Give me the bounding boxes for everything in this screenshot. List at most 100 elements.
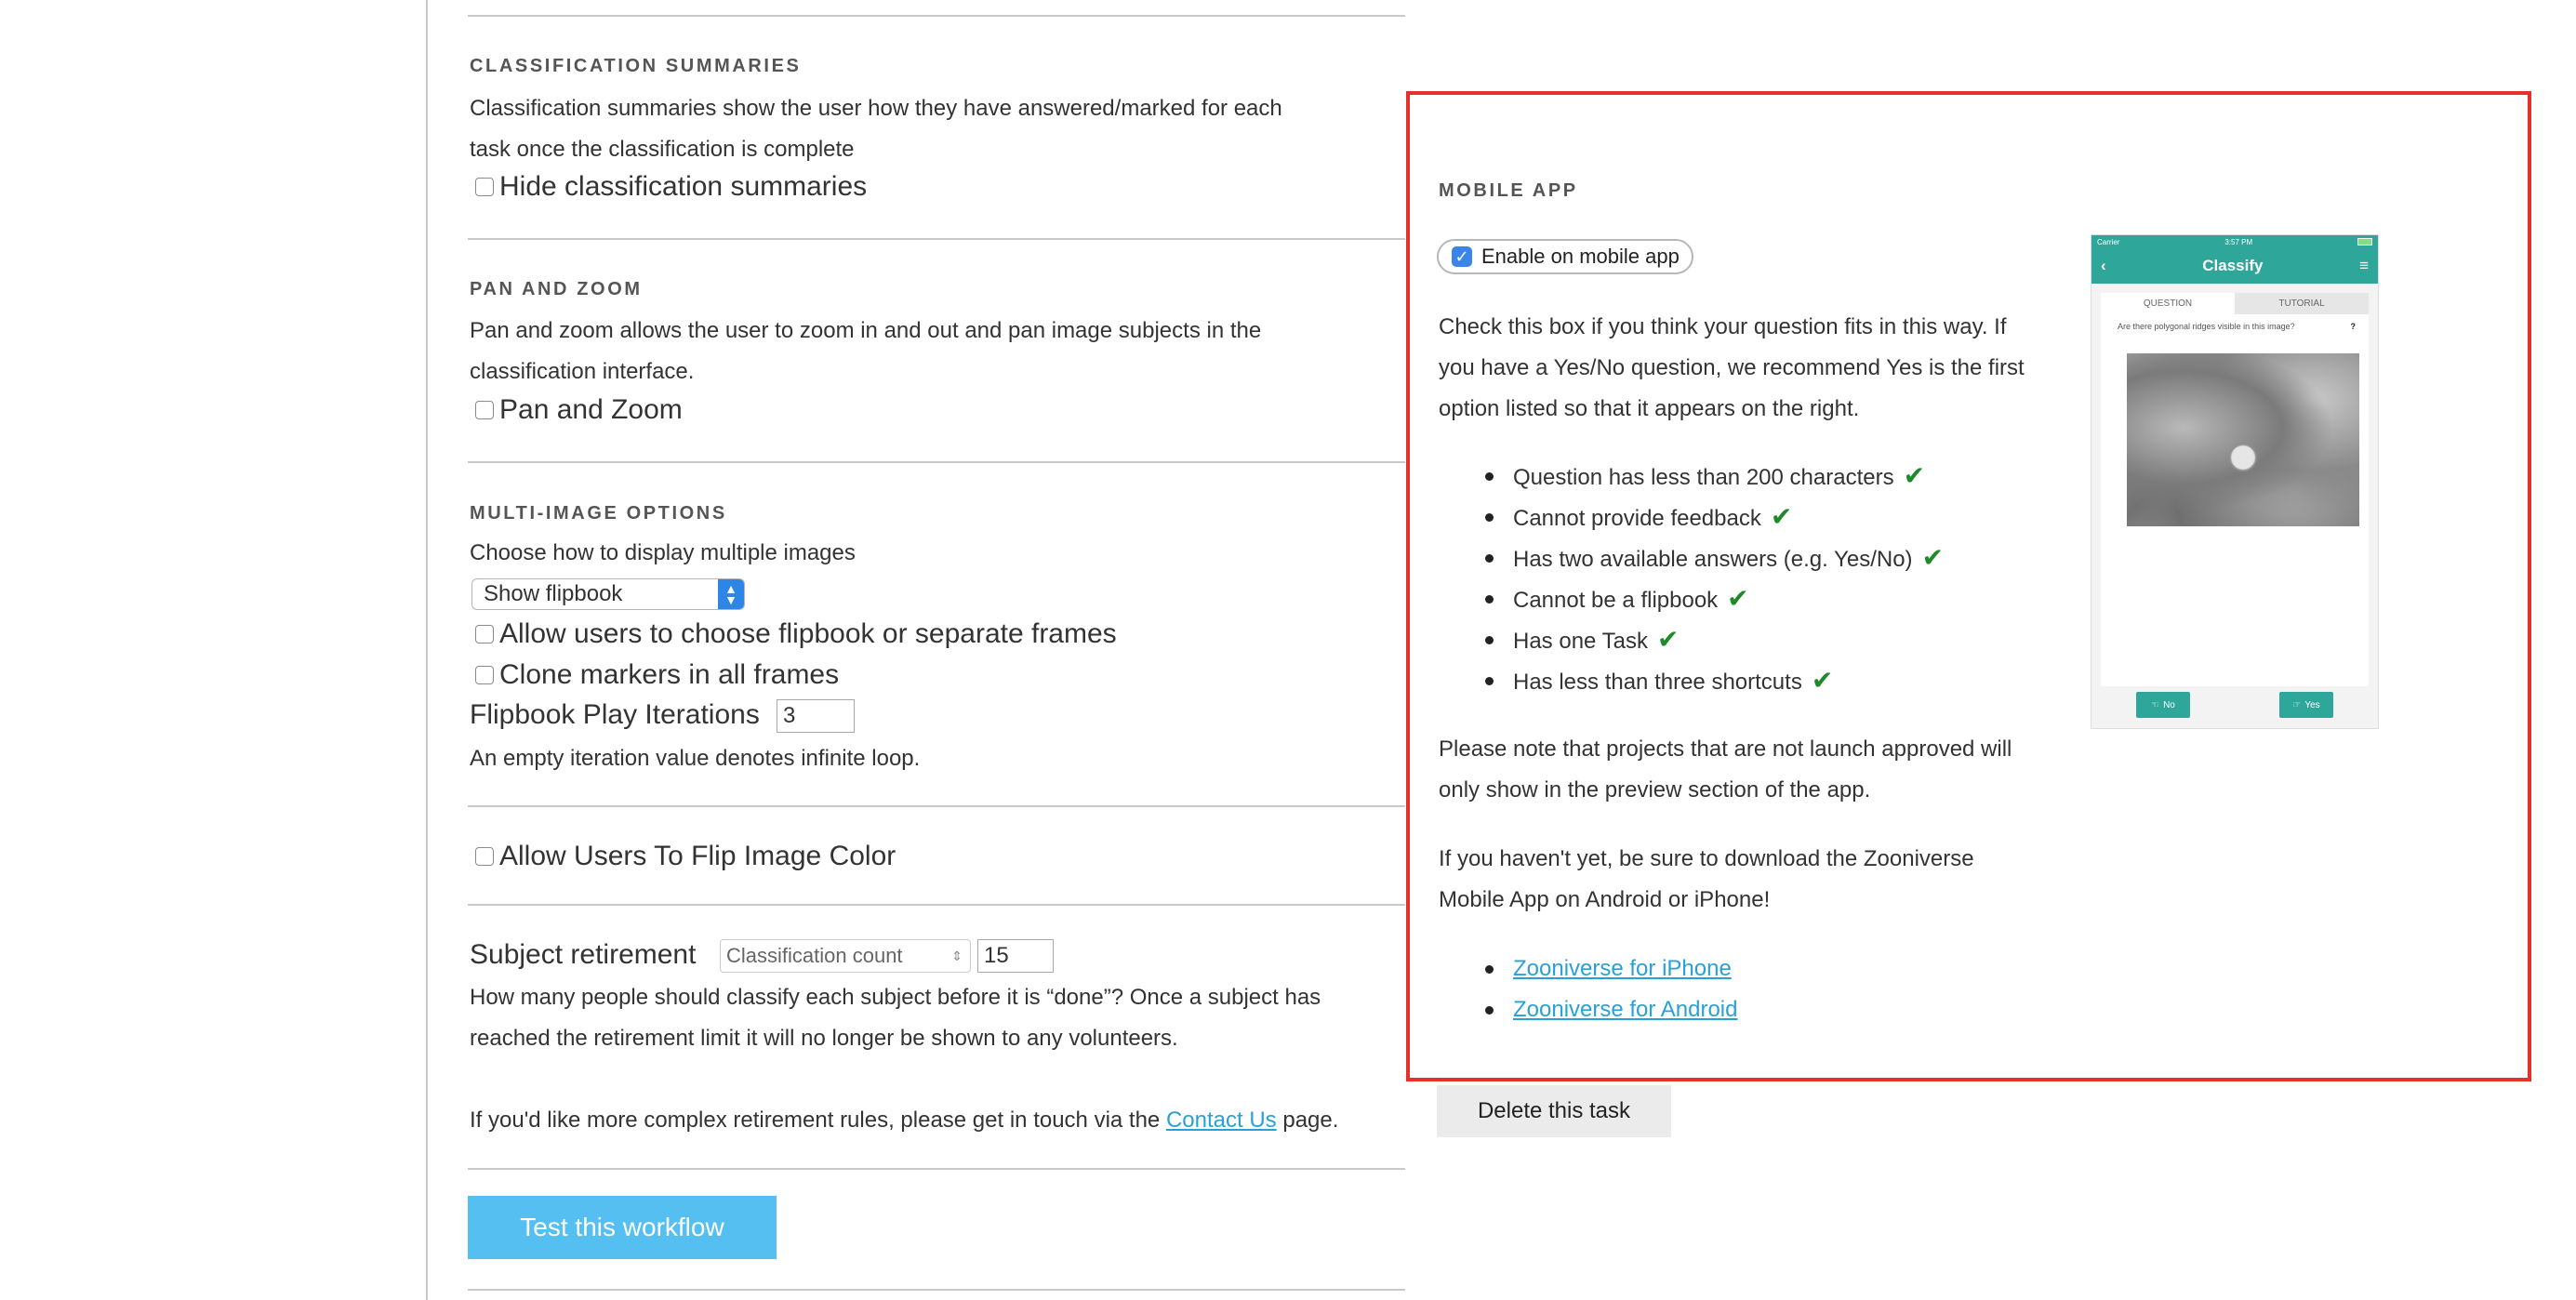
phone-carrier: Carrier xyxy=(2097,237,2120,246)
contact-us-link[interactable]: Contact Us xyxy=(1166,1108,1277,1133)
hide-summaries-checkbox[interactable] xyxy=(475,178,494,196)
description-line: only show in the preview section of the … xyxy=(1439,777,1871,803)
iterations-label: Flipbook Play Iterations xyxy=(470,699,760,730)
multi-image-description: Choose how to display multiple images xyxy=(470,540,856,565)
criteria-item: Has one Task ✔ xyxy=(1439,619,1944,660)
description-line: Pan and zoom allows the user to zoom in … xyxy=(470,318,1262,343)
android-app-link[interactable]: Zooniverse for Android xyxy=(1513,997,1737,1022)
allow-choose-checkbox[interactable] xyxy=(475,625,494,643)
description-line: reached the retirement limit it will no … xyxy=(470,1026,1178,1051)
allow-choose-label: Allow users to choose flipbook or separa… xyxy=(499,618,1117,649)
pan-zoom-label: Pan and Zoom xyxy=(499,394,683,425)
back-chevron-icon: ‹ xyxy=(2101,257,2106,274)
mobile-app-preview-image: Carrier 3:57 PM ‹ Classify ≡ QUESTION TU… xyxy=(2091,234,2379,729)
divider xyxy=(468,461,1405,463)
clone-markers-row[interactable]: Clone markers in all frames xyxy=(475,659,839,691)
phone-status-bar: Carrier 3:57 PM xyxy=(2091,235,2378,248)
hide-summaries-row[interactable]: Hide classification summaries xyxy=(475,171,867,203)
display-mode-select[interactable]: Show flipbook ▲ ▼ xyxy=(471,578,745,610)
description-line: If you haven't yet, be sure to download … xyxy=(1439,846,1974,871)
list-item: Zooniverse for Android xyxy=(1439,989,1737,1030)
retirement-count-input[interactable]: 15 xyxy=(977,939,1054,973)
description-line: you have a Yes/No question, we recommend… xyxy=(1439,355,2025,380)
retirement-label: Subject retirement xyxy=(470,939,697,970)
flip-color-row[interactable]: Allow Users To Flip Image Color xyxy=(475,841,896,872)
flip-color-checkbox[interactable] xyxy=(475,847,494,866)
criteria-text: Has less than three shortcuts xyxy=(1513,670,1802,695)
description-line: classification interface. xyxy=(470,359,695,384)
divider xyxy=(468,1289,1405,1291)
criteria-text: Cannot provide feedback xyxy=(1513,506,1761,531)
description-line: Please note that projects that are not l… xyxy=(1439,736,2012,762)
phone-tab-question: QUESTION xyxy=(2101,293,2235,314)
mobile-app-heading: MOBILE APP xyxy=(1439,180,1578,201)
description-line: Check this box if you think your questio… xyxy=(1439,314,2007,339)
criteria-text: Has one Task xyxy=(1513,629,1648,654)
criteria-item: Has less than three shortcuts ✔ xyxy=(1439,660,1944,701)
phone-yes-label: Yes xyxy=(2304,699,2320,710)
classification-summaries-heading: CLASSIFICATION SUMMARIES xyxy=(470,56,802,76)
launch-approval-note: Please note that projects that are not l… xyxy=(1439,729,2012,811)
mobile-criteria-list: Question has less than 200 characters ✔ C… xyxy=(1439,456,1944,701)
criteria-item: Has two available answers (e.g. Yes/No) ✔ xyxy=(1439,537,1944,578)
battery-icon xyxy=(2357,238,2372,245)
description-line: Classification summaries show the user h… xyxy=(470,96,1282,121)
iterations-input[interactable]: 3 xyxy=(777,699,855,733)
left-panel-border xyxy=(426,0,428,1300)
phone-question: Are there polygonal ridges visible in th… xyxy=(2118,322,2295,331)
check-icon: ✔ xyxy=(1727,584,1749,613)
phone-question-card: Are there polygonal ridges visible in th… xyxy=(2101,314,2369,686)
check-icon: ✔ xyxy=(1921,543,1945,572)
retirement-description: How many people should classify each sub… xyxy=(470,977,1321,1059)
phone-question-text: Are there polygonal ridges visible in th… xyxy=(2101,314,2369,335)
description-line: option listed so that it appears on the … xyxy=(1439,396,1860,421)
phone-no-label: No xyxy=(2163,699,2175,710)
select-arrows-icon: ⇕ xyxy=(951,948,963,963)
hand-icon: ☞ xyxy=(2292,699,2302,710)
hand-icon: ☜ xyxy=(2151,699,2160,710)
clone-markers-label: Clone markers in all frames xyxy=(499,659,840,690)
criteria-item: Cannot provide feedback ✔ xyxy=(1439,497,1944,537)
divider xyxy=(468,1168,1405,1170)
pan-zoom-row[interactable]: Pan and Zoom xyxy=(475,394,683,426)
pan-zoom-checkbox[interactable] xyxy=(475,401,494,419)
mobile-app-description: Check this box if you think your questio… xyxy=(1439,307,2025,430)
phone-tabs: QUESTION TUTORIAL xyxy=(2101,293,2369,314)
contact-prefix: If you'd like more complex retirement ru… xyxy=(470,1108,1166,1133)
subject-image xyxy=(2127,353,2359,526)
check-icon: ✔ xyxy=(1903,461,1926,490)
contact-suffix: page. xyxy=(1276,1108,1339,1133)
divider xyxy=(468,805,1405,807)
hide-summaries-label: Hide classification summaries xyxy=(499,171,868,202)
retirement-criteria-select[interactable]: Classification count ⇕ xyxy=(720,939,971,973)
description-line: Mobile App on Android or iPhone! xyxy=(1439,887,1771,912)
retirement-contact-text: If you'd like more complex retirement ru… xyxy=(470,1100,1338,1141)
enable-mobile-label: Enable on mobile app xyxy=(1481,245,1680,268)
display-mode-select-value: Show flipbook xyxy=(484,581,623,606)
app-download-links: Zooniverse for iPhone Zooniverse for And… xyxy=(1439,948,1737,1030)
criteria-item: Cannot be a flipbook ✔ xyxy=(1439,578,1944,619)
criteria-text: Question has less than 200 characters xyxy=(1513,465,1894,490)
test-workflow-button[interactable]: Test this workflow xyxy=(468,1196,777,1259)
iphone-app-link[interactable]: Zooniverse for iPhone xyxy=(1513,956,1732,981)
description-line: task once the classification is complete xyxy=(470,137,855,162)
divider xyxy=(468,238,1405,240)
enable-mobile-toggle[interactable]: ✓ Enable on mobile app xyxy=(1437,239,1693,274)
select-arrows-icon: ▲ ▼ xyxy=(718,579,744,609)
check-icon: ✔ xyxy=(1770,502,1793,531)
enable-mobile-checkbox[interactable]: ✓ xyxy=(1452,246,1472,267)
check-icon: ✔ xyxy=(1811,666,1834,695)
clone-markers-checkbox[interactable] xyxy=(475,666,494,684)
phone-time: 3:57 PM xyxy=(2224,237,2253,246)
criteria-text: Has two available answers (e.g. Yes/No) xyxy=(1513,547,1913,572)
allow-choose-row[interactable]: Allow users to choose flipbook or separa… xyxy=(475,618,1117,650)
retirement-criteria-value: Classification count xyxy=(726,944,903,967)
pan-zoom-description: Pan and zoom allows the user to zoom in … xyxy=(470,311,1261,392)
delete-task-button[interactable]: Delete this task xyxy=(1437,1085,1671,1137)
hamburger-menu-icon: ≡ xyxy=(2359,257,2369,274)
phone-tab-tutorial: TUTORIAL xyxy=(2235,293,2369,314)
list-item: Zooniverse for iPhone xyxy=(1439,948,1737,989)
help-icon: ? xyxy=(2350,322,2357,331)
phone-answer-buttons: ☜ No ☞ Yes xyxy=(2091,682,2378,728)
download-note: If you haven't yet, be sure to download … xyxy=(1439,839,1974,921)
